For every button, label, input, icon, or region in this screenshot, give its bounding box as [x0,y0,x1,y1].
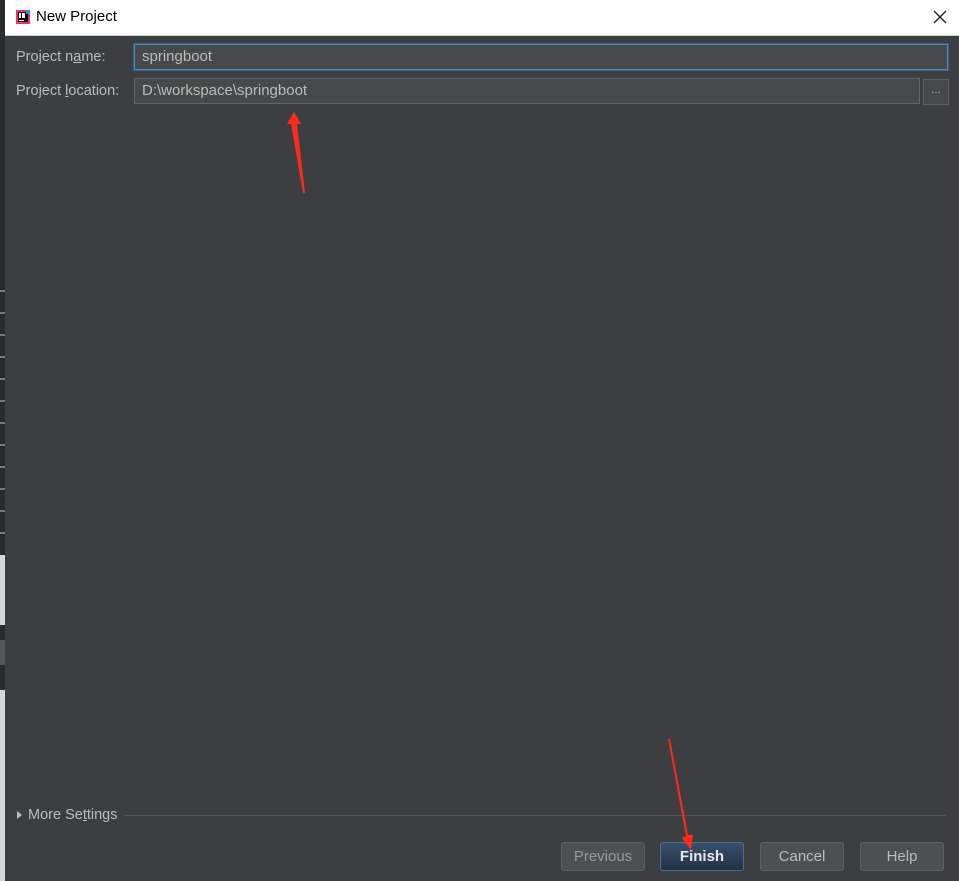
finish-button[interactable]: Finish [660,842,744,871]
annotation-arrows [287,112,693,850]
triangle-right-icon [17,811,22,819]
project-location-input[interactable]: D:\workspace\springboot [134,78,920,104]
cancel-button[interactable]: Cancel [760,842,844,871]
previous-button[interactable]: Previous [561,842,645,871]
annotation-arrow-location [287,112,305,193]
separator [124,815,946,816]
project-location-value: D:\workspace\springboot [142,82,308,99]
intellij-idea-icon [16,10,30,24]
help-button[interactable]: Help [860,842,944,871]
browse-button[interactable]: ... [923,79,949,105]
title-bar: New Project [5,0,959,36]
project-location-label: Project location: [16,83,120,99]
project-name-label: Project name: [16,49,106,65]
background-ide-edge [0,0,5,881]
project-name-value: springboot [142,48,213,65]
window-title: New Project [36,8,117,25]
annotation-arrow-finish [668,739,693,850]
close-icon[interactable] [927,4,953,30]
more-settings-label: More Settings [28,807,118,823]
project-name-input[interactable]: springboot [134,44,948,70]
